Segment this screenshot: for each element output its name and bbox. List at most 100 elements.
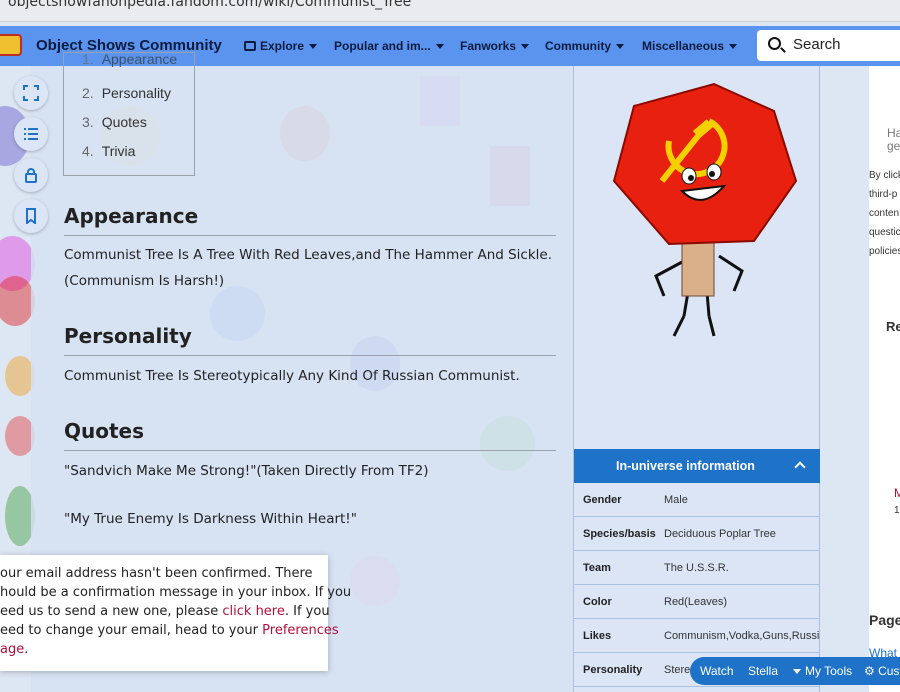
toc-label: Quotes — [101, 114, 147, 130]
recent-item-link[interactable]: M — [894, 486, 900, 500]
email-confirmation-notification: our email address hasn't been confirmed.… — [0, 555, 351, 671]
preferences-link[interactable]: Preferences — [262, 623, 338, 638]
toc-item-appearance[interactable]: 1. Appearance — [82, 51, 177, 67]
notification-text: eed us to send a new one, please — [0, 604, 223, 619]
toc-number: 3. — [82, 114, 94, 130]
pages-heading: Page — [869, 612, 900, 628]
lock-icon — [25, 168, 37, 183]
notification-text: . If you — [284, 604, 330, 619]
notification-text: eed to change your email, head to your — [0, 623, 263, 638]
chevron-down-icon — [793, 669, 801, 675]
infobox-section-header[interactable]: In-universe information — [574, 449, 821, 483]
quote-2: "My True Enemy Is Darkness Within Heart!… — [64, 511, 357, 527]
nav-community-label: Community — [545, 39, 611, 53]
infobox-section-title: In-universe information — [616, 459, 755, 473]
nav-fanworks[interactable]: Fanworks — [460, 39, 530, 53]
infobox-value: Male — [664, 494, 688, 506]
infobox-value: The U.S.S.R. — [664, 562, 729, 574]
personality-text: Communist Tree Is Stereotypically Any Ki… — [64, 368, 520, 384]
divider — [64, 450, 556, 451]
infobox-row-color: Color Red(Leaves) — [574, 585, 821, 619]
appearance-text-2: (Communism Is Harsh!) — [64, 273, 225, 289]
infobox-key: Team — [583, 562, 611, 574]
infobox-key: Gender — [583, 494, 622, 506]
infobox-value: Communism,Vodka,Guns,Russia — [664, 630, 826, 642]
preferences-page-link[interactable]: age — [0, 642, 24, 657]
toc-item-trivia[interactable]: 4. Trivia — [82, 143, 135, 159]
consent-text: By click — [869, 170, 900, 181]
toc-item-quotes[interactable]: 3. Quotes — [82, 114, 147, 130]
toc-label: Appearance — [101, 51, 178, 67]
site-logo[interactable] — [0, 34, 22, 56]
url-text[interactable]: objectshowfanonpedia.fandom.com/wiki/Com… — [8, 0, 411, 10]
toc-number: 2. — [82, 85, 94, 101]
toc-label: Trivia — [101, 143, 136, 159]
communist-tree-illustration — [612, 82, 798, 337]
notification-text: . — [24, 642, 29, 657]
search-label: Search — [793, 36, 841, 53]
nav-popular-label: Popular and im... — [334, 39, 431, 53]
watch-button[interactable]: Watch — [700, 664, 734, 678]
consent-text: questic — [869, 227, 900, 238]
chevron-up-icon[interactable] — [794, 461, 806, 473]
nav-explore-label: Explore — [260, 39, 305, 53]
infobox-row-team: Team The U.S.S.R. — [574, 551, 821, 585]
browser-url-bar[interactable]: objectshowfanonpedia.fandom.com/wiki/Com… — [0, 0, 900, 22]
quote-1: "Sandvich Make Me Strong!"(Taken Directl… — [64, 463, 429, 479]
nav-explore[interactable]: Explore — [244, 39, 318, 53]
lock-button[interactable] — [14, 158, 48, 192]
click-here-link[interactable]: click here — [222, 604, 284, 619]
toc-number: 1. — [82, 51, 94, 67]
fullscreen-button[interactable] — [14, 76, 48, 110]
rail-snippet: Ha — [887, 126, 900, 140]
user-button[interactable]: Stella — [748, 664, 778, 678]
bookmark-button[interactable] — [14, 199, 48, 233]
infobox-value: Red(Leaves) — [664, 596, 727, 608]
chevron-down-icon — [521, 44, 530, 50]
infobox-key: Likes — [583, 630, 612, 642]
toc-button[interactable] — [14, 117, 48, 151]
divider — [64, 355, 556, 356]
nav-community[interactable]: Community — [545, 39, 624, 53]
recent-item-meta: 1 — [894, 505, 900, 516]
nav-popular[interactable]: Popular and im... — [334, 39, 444, 53]
customize-label: Cust — [878, 664, 900, 678]
rail-snippet: ge — [887, 139, 900, 153]
recent-heading: Re — [886, 319, 900, 334]
consent-text: third-p — [869, 189, 898, 200]
search-icon — [768, 37, 781, 50]
chevron-down-icon — [729, 44, 738, 50]
toc-label: Personality — [101, 85, 171, 101]
search-button[interactable]: Search — [757, 30, 900, 61]
heading-personality: Personality — [64, 324, 192, 348]
heading-quotes: Quotes — [64, 419, 145, 443]
infobox-row-species: Species/basis Deciduous Poplar Tree — [574, 517, 821, 551]
nav-fanworks-label: Fanworks — [460, 39, 517, 53]
notification-line: eed us to send a new one, please click h… — [0, 604, 330, 619]
chevron-down-icon — [309, 44, 318, 50]
expand-icon — [23, 85, 39, 101]
notification-line: our email address hasn't been confirmed.… — [0, 566, 313, 581]
global-action-bar: Watch Stella My Tools ⚙ Cust — [690, 657, 900, 685]
character-image[interactable] — [574, 66, 821, 449]
appearance-text: Communist Tree Is A Tree With Red Leaves… — [64, 247, 553, 263]
chevron-down-icon — [616, 44, 624, 50]
chevron-down-icon — [435, 44, 444, 50]
infobox-key: Personality — [583, 664, 643, 676]
list-icon — [24, 128, 38, 140]
my-tools-button[interactable]: My Tools — [793, 664, 852, 678]
divider — [64, 235, 556, 236]
bookmark-icon — [26, 208, 36, 224]
infobox-row-likes: Likes Communism,Vodka,Guns,Russia — [574, 619, 825, 653]
notification-line: hould be a confirmation message in your … — [0, 585, 352, 600]
infobox-value: Deciduous Poplar Tree — [664, 528, 776, 540]
notification-line: age. — [0, 642, 28, 657]
infobox: In-universe information Gender Male Speci… — [573, 66, 825, 692]
heading-appearance: Appearance — [64, 204, 199, 228]
infobox-value: Stere — [664, 664, 691, 676]
infobox-key: Color — [583, 596, 612, 608]
customize-button[interactable]: ⚙ Cust — [864, 664, 900, 678]
nav-miscellaneous[interactable]: Miscellaneous — [642, 39, 738, 53]
toc-item-personality[interactable]: 2. Personality — [82, 85, 171, 101]
gear-icon: ⚙ — [864, 664, 879, 678]
